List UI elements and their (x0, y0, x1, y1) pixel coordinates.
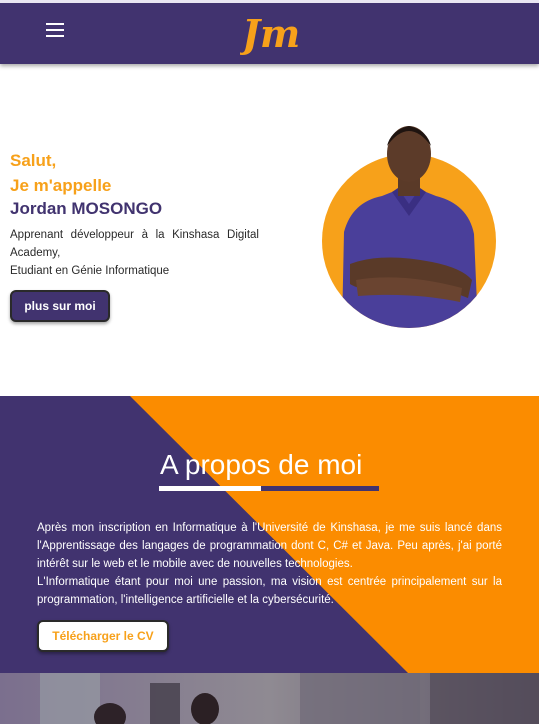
about-paragraph-2: L'Informatique étant pour moi une passio… (37, 576, 502, 606)
about-title: A propos de moi (160, 449, 363, 480)
hero-description: Apprenant développeur à la Kinshasa Digi… (10, 226, 259, 280)
bottom-photo-strip (0, 673, 539, 724)
desc-line-academy: Apprenant développeur à la Kinshasa Digi… (10, 229, 259, 259)
desc-line-student: Etudiant en Génie Informatique (10, 265, 170, 277)
underline-purple-part (261, 486, 379, 491)
hero-name: Jordan MOSONGO (10, 199, 163, 218)
underline-white-part (159, 486, 261, 491)
about-paragraph-1: Après mon inscription en Informatique à … (37, 522, 502, 570)
about-section: A propos de moi Après mon inscription en… (0, 396, 539, 673)
top-navbar: Jm (0, 0, 539, 64)
greeting-je-mappelle: Je m'appelle (10, 176, 112, 195)
more-about-me-button[interactable]: plus sur moi (10, 290, 110, 322)
greeting-salut: Salut, (10, 151, 57, 170)
hero-greeting: Salut, Je m'appelle (10, 148, 111, 198)
hamburger-menu-icon[interactable] (46, 23, 66, 39)
about-text: Après mon inscription en Informatique à … (37, 519, 502, 609)
profile-photo-avatar (342, 126, 478, 328)
jm-logo[interactable]: Jm (240, 9, 300, 57)
download-cv-button[interactable]: Télécharger le CV (37, 620, 169, 652)
svg-text:Jm: Jm (240, 11, 300, 56)
title-underline (159, 486, 379, 491)
